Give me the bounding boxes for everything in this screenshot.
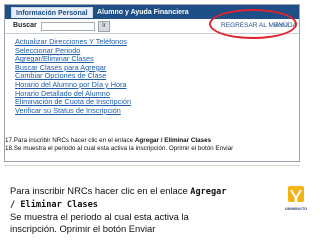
search-label: Buscar [13, 22, 37, 29]
caption-line-3: Se muestra el periodo al cual esta activ… [10, 211, 189, 222]
logo-wordmark: UNIMINUTO [284, 206, 308, 211]
caption-link-name: / Eliminar Clases [10, 200, 98, 210]
step-text: Para inscribir NRCs hacer clic en el enl… [13, 137, 135, 144]
go-button[interactable]: Ir [98, 21, 110, 32]
caption-line-1: Para inscribir NRCs hacer clic en el enl… [10, 185, 268, 198]
caption-text: Para inscribir NRCs hacer clic en el enl… [10, 185, 191, 196]
tab-alumno-ayuda-financiera[interactable]: Alumno y Ayuda Financiera [93, 7, 193, 18]
banner-screenshot: Información Personal Alumno y Ayuda Fina… [4, 4, 300, 162]
tab-informacion-personal[interactable]: Información Personal [11, 7, 93, 18]
step-link-name: Agregar / Eliminar Clases [134, 137, 212, 144]
highlight-oval-annotation [209, 9, 297, 39]
slide-divider [4, 165, 300, 166]
step-text: Se muestra el periodo al cual esta activ… [13, 145, 234, 153]
step-17: 17.Para inscribir NRCs hacer clic en el … [5, 137, 299, 145]
logo-mark-icon [288, 186, 304, 202]
search-input[interactable] [41, 22, 95, 31]
student-menu-list: Actualizar Direcciones Y Teléfonos Selec… [15, 37, 131, 116]
step-18: 18.Se muestra el periodo al cual esta ac… [5, 145, 299, 153]
caption-line-2: / Eliminar Clases [10, 198, 268, 211]
step-number: 17. [5, 137, 14, 144]
uniminuto-logo: UNIMINUTO [278, 186, 314, 224]
caption-line-4: inscripción. Oprimir el botón Enviar [10, 223, 156, 234]
step-number: 18. [5, 145, 14, 153]
slide-caption: Para inscribir NRCs hacer clic en el enl… [10, 185, 268, 235]
caption-link-name: Agregar [190, 187, 227, 197]
menu-link-verificar-status[interactable]: Verificar su Status de Inscripción [15, 106, 131, 116]
instruction-steps: 17.Para inscribir NRCs hacer clic en el … [5, 137, 299, 154]
